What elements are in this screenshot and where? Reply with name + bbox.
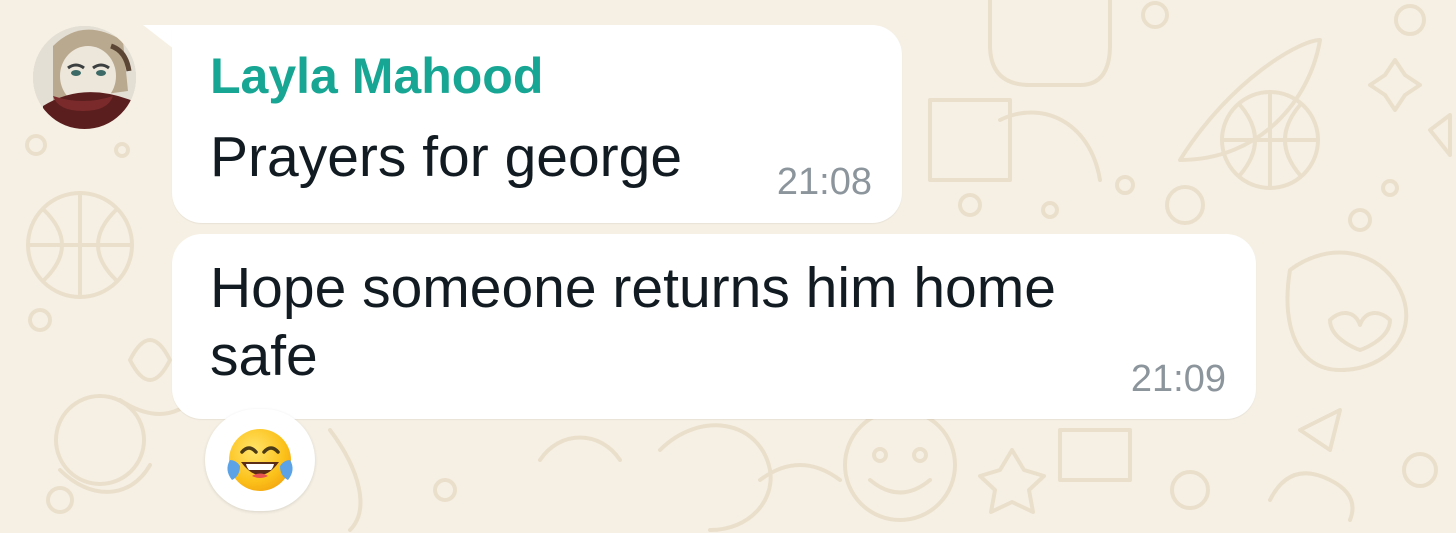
message-timestamp: 21:09 (1130, 358, 1226, 400)
message-text: Hope someone returns him home safe (210, 254, 1056, 390)
face-with-tears-of-joy-icon (227, 429, 293, 491)
avatar[interactable] (33, 26, 136, 129)
message-timestamp: 21:08 (776, 161, 872, 203)
message-line: safe (210, 324, 318, 388)
reaction-badge[interactable] (205, 409, 315, 511)
message-line: Hope someone returns him home (210, 256, 1056, 320)
message-bubble[interactable]: Layla Mahood Prayers for george 21:08 (172, 25, 902, 223)
sender-name[interactable]: Layla Mahood (210, 47, 543, 105)
message-text: Prayers for george (210, 125, 683, 189)
message-bubble[interactable]: Hope someone returns him home safe 21:09 (172, 234, 1256, 419)
